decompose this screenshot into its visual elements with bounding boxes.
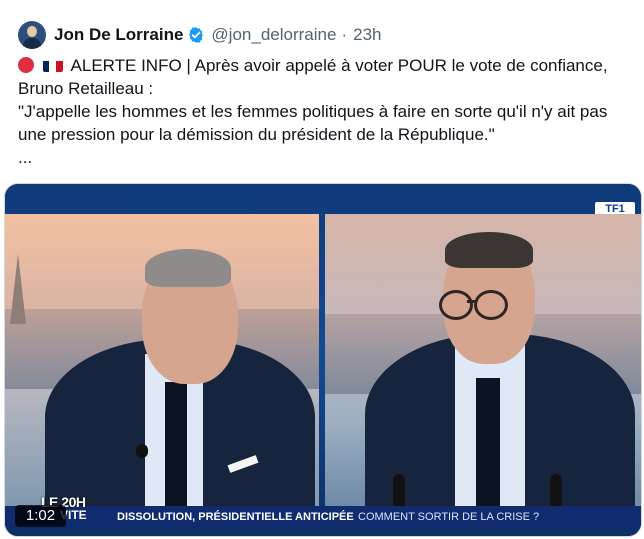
avatar-body	[23, 38, 41, 49]
left-mic-icon	[136, 444, 148, 458]
post-time[interactable]: 23h	[353, 25, 381, 45]
separator-dot: ·	[341, 25, 348, 44]
right-mic-icon	[393, 474, 405, 509]
right-hair	[445, 232, 533, 268]
glasses-icon	[439, 290, 473, 320]
left-hair	[145, 249, 231, 287]
glasses-icon	[474, 290, 508, 320]
alert-line: ALERTE INFO | Après avoir appelé à voter…	[18, 54, 628, 77]
author-avatar[interactable]	[18, 21, 46, 49]
eiffel-tower-icon	[10, 254, 26, 324]
red-circle-icon	[18, 57, 34, 73]
avatar-head	[27, 26, 37, 37]
quote-line-1: "J'appelle les hommes et les femmes poli…	[18, 102, 608, 121]
left-video-panel	[5, 214, 319, 509]
author-name[interactable]: Jon De Lorraine	[54, 25, 183, 45]
tweet-text: ALERTE INFO | Après avoir appelé à voter…	[18, 54, 628, 169]
quote-line-2: une pression pour la démission du présid…	[18, 125, 495, 144]
glasses-bridge	[467, 300, 476, 303]
ticker-subtext: COMMENT SORTIR DE LA CRISE ?	[358, 511, 540, 523]
left-tie	[165, 382, 187, 509]
french-flag-icon	[42, 58, 63, 72]
right-mic-icon	[550, 474, 562, 509]
speaker-line: Bruno Retailleau :	[18, 79, 154, 98]
verified-badge-icon	[189, 27, 204, 43]
right-tie	[476, 378, 500, 509]
ellipsis-text: ...	[18, 148, 33, 167]
tweet-header: Jon De Lorraine @jon_delorraine · 23h	[18, 20, 381, 50]
right-video-panel	[325, 214, 641, 509]
ticker-headline: DISSOLUTION, PRÉSIDENTIELLE ANTICIPÉE	[117, 511, 354, 523]
author-handle[interactable]: @jon_delorraine	[211, 25, 336, 45]
video-player[interactable]: TF1 LE 20H VITE 1:02 DISSOLUTION, PRÉSID…	[4, 183, 642, 537]
tweet-card[interactable]: Jon De Lorraine @jon_delorraine · 23h AL…	[0, 0, 644, 539]
video-duration-badge: 1:02	[15, 505, 66, 527]
alert-text: ALERTE INFO | Après avoir appelé à voter…	[70, 56, 608, 75]
